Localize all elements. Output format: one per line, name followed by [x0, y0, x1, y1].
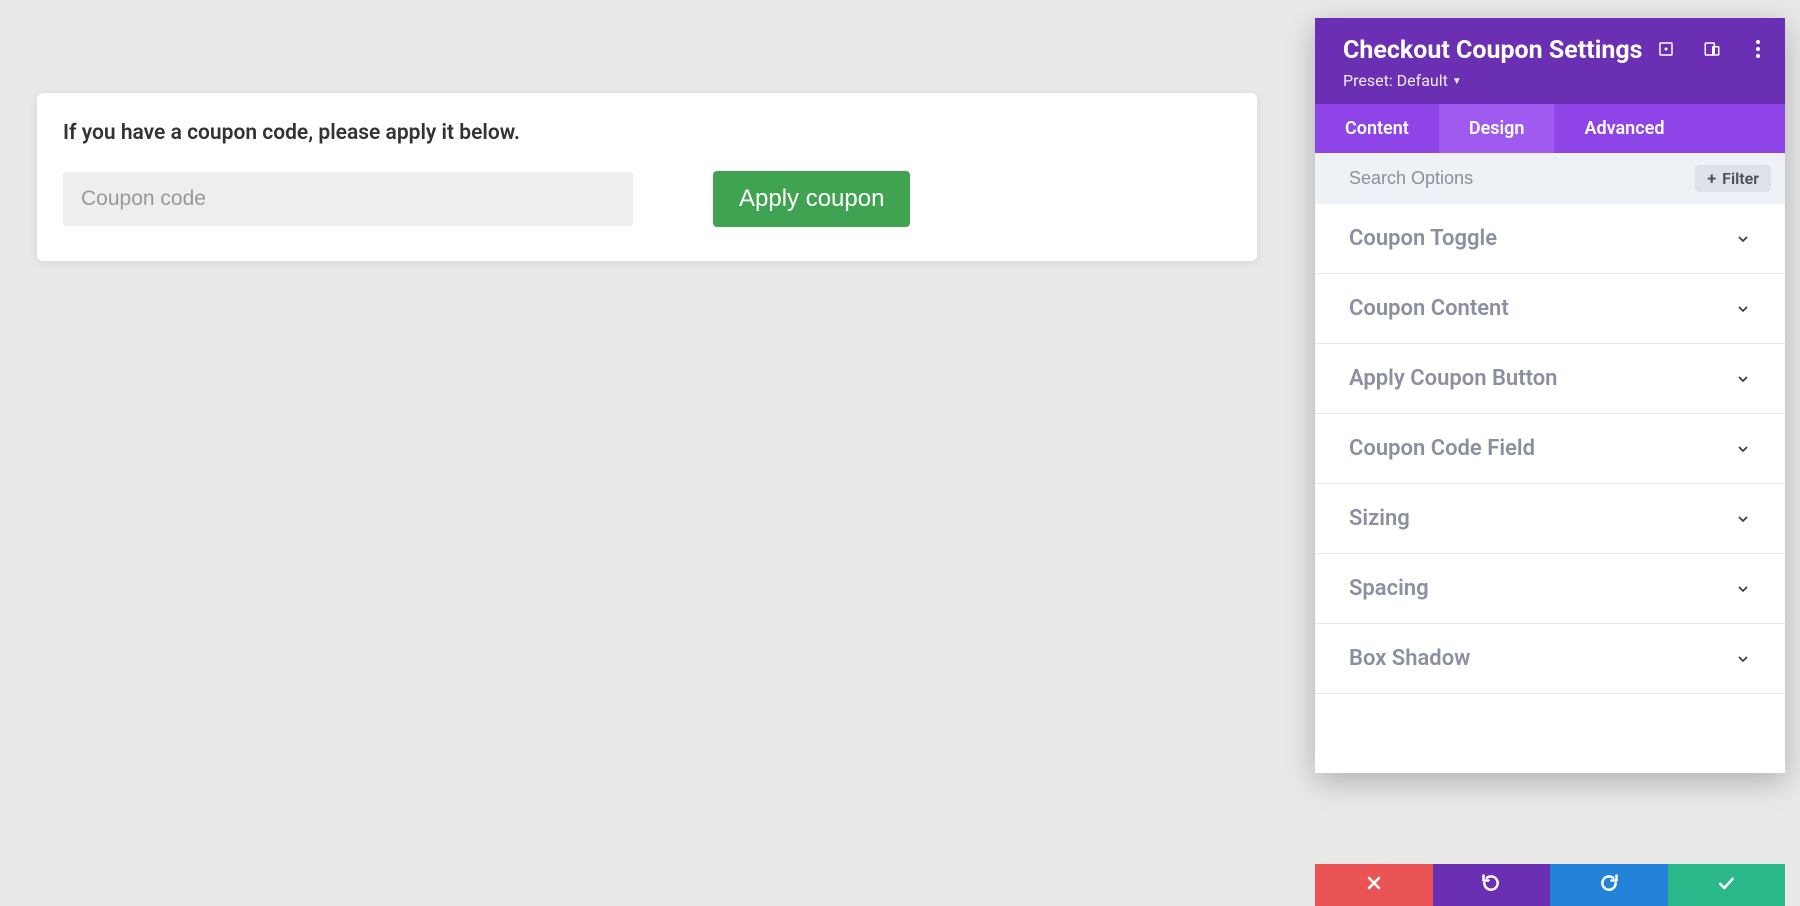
section-coupon-code-field[interactable]: Coupon Code Field [1315, 414, 1785, 484]
section-label: Coupon Content [1349, 296, 1509, 321]
apply-coupon-button[interactable]: Apply coupon [713, 171, 910, 227]
section-label: Spacing [1349, 576, 1429, 601]
panel-search-bar: + Filter [1315, 153, 1785, 204]
more-menu-icon[interactable] [1749, 40, 1767, 58]
chevron-down-icon [1735, 371, 1751, 387]
settings-panel: Checkout Coupon Settings Preset: Default… [1315, 18, 1785, 773]
chevron-down-icon [1735, 651, 1751, 667]
coupon-code-input[interactable] [63, 172, 633, 226]
undo-icon [1481, 873, 1501, 897]
section-spacing[interactable]: Spacing [1315, 554, 1785, 624]
section-label: Apply Coupon Button [1349, 366, 1557, 391]
undo-button[interactable] [1433, 864, 1551, 906]
cancel-button[interactable] [1315, 864, 1433, 906]
search-options-input[interactable] [1349, 168, 1695, 189]
design-sections-list[interactable]: Coupon Toggle Coupon Content Apply Coupo… [1315, 204, 1785, 773]
filter-button[interactable]: + Filter [1695, 165, 1771, 192]
close-icon [1364, 873, 1384, 897]
section-sizing[interactable]: Sizing [1315, 484, 1785, 554]
panel-header-actions [1657, 40, 1767, 58]
expand-icon[interactable] [1657, 40, 1675, 58]
panel-footer [1315, 864, 1785, 906]
section-label: Coupon Code Field [1349, 436, 1535, 461]
tab-content[interactable]: Content [1315, 104, 1439, 153]
filter-label: Filter [1722, 169, 1759, 188]
section-apply-coupon-button[interactable]: Apply Coupon Button [1315, 344, 1785, 414]
plus-icon: + [1707, 169, 1716, 188]
redo-icon [1599, 873, 1619, 897]
tab-design[interactable]: Design [1439, 104, 1555, 153]
section-label: Box Shadow [1349, 646, 1470, 671]
save-button[interactable] [1668, 864, 1786, 906]
chevron-down-icon [1735, 511, 1751, 527]
chevron-down-icon [1735, 301, 1751, 317]
panel-header: Checkout Coupon Settings Preset: Default… [1315, 18, 1785, 104]
check-icon [1716, 873, 1736, 897]
coupon-card: If you have a coupon code, please apply … [37, 93, 1257, 261]
chevron-down-icon [1735, 581, 1751, 597]
chevron-down-icon [1735, 231, 1751, 247]
chevron-down-icon [1735, 441, 1751, 457]
chevron-down-icon: ▼ [1452, 76, 1462, 87]
redo-button[interactable] [1550, 864, 1668, 906]
coupon-row: Apply coupon [63, 171, 1231, 227]
preset-selector[interactable]: Preset: Default ▼ [1343, 71, 1757, 90]
section-box-shadow[interactable]: Box Shadow [1315, 624, 1785, 694]
preset-label: Preset: Default [1343, 71, 1448, 90]
panel-tabs: Content Design Advanced [1315, 104, 1785, 153]
tab-advanced[interactable]: Advanced [1554, 104, 1694, 153]
section-label: Coupon Toggle [1349, 226, 1497, 251]
section-label: Sizing [1349, 506, 1410, 531]
section-coupon-content[interactable]: Coupon Content [1315, 274, 1785, 344]
coupon-instructions: If you have a coupon code, please apply … [63, 121, 1231, 145]
section-coupon-toggle[interactable]: Coupon Toggle [1315, 204, 1785, 274]
responsive-icon[interactable] [1703, 40, 1721, 58]
